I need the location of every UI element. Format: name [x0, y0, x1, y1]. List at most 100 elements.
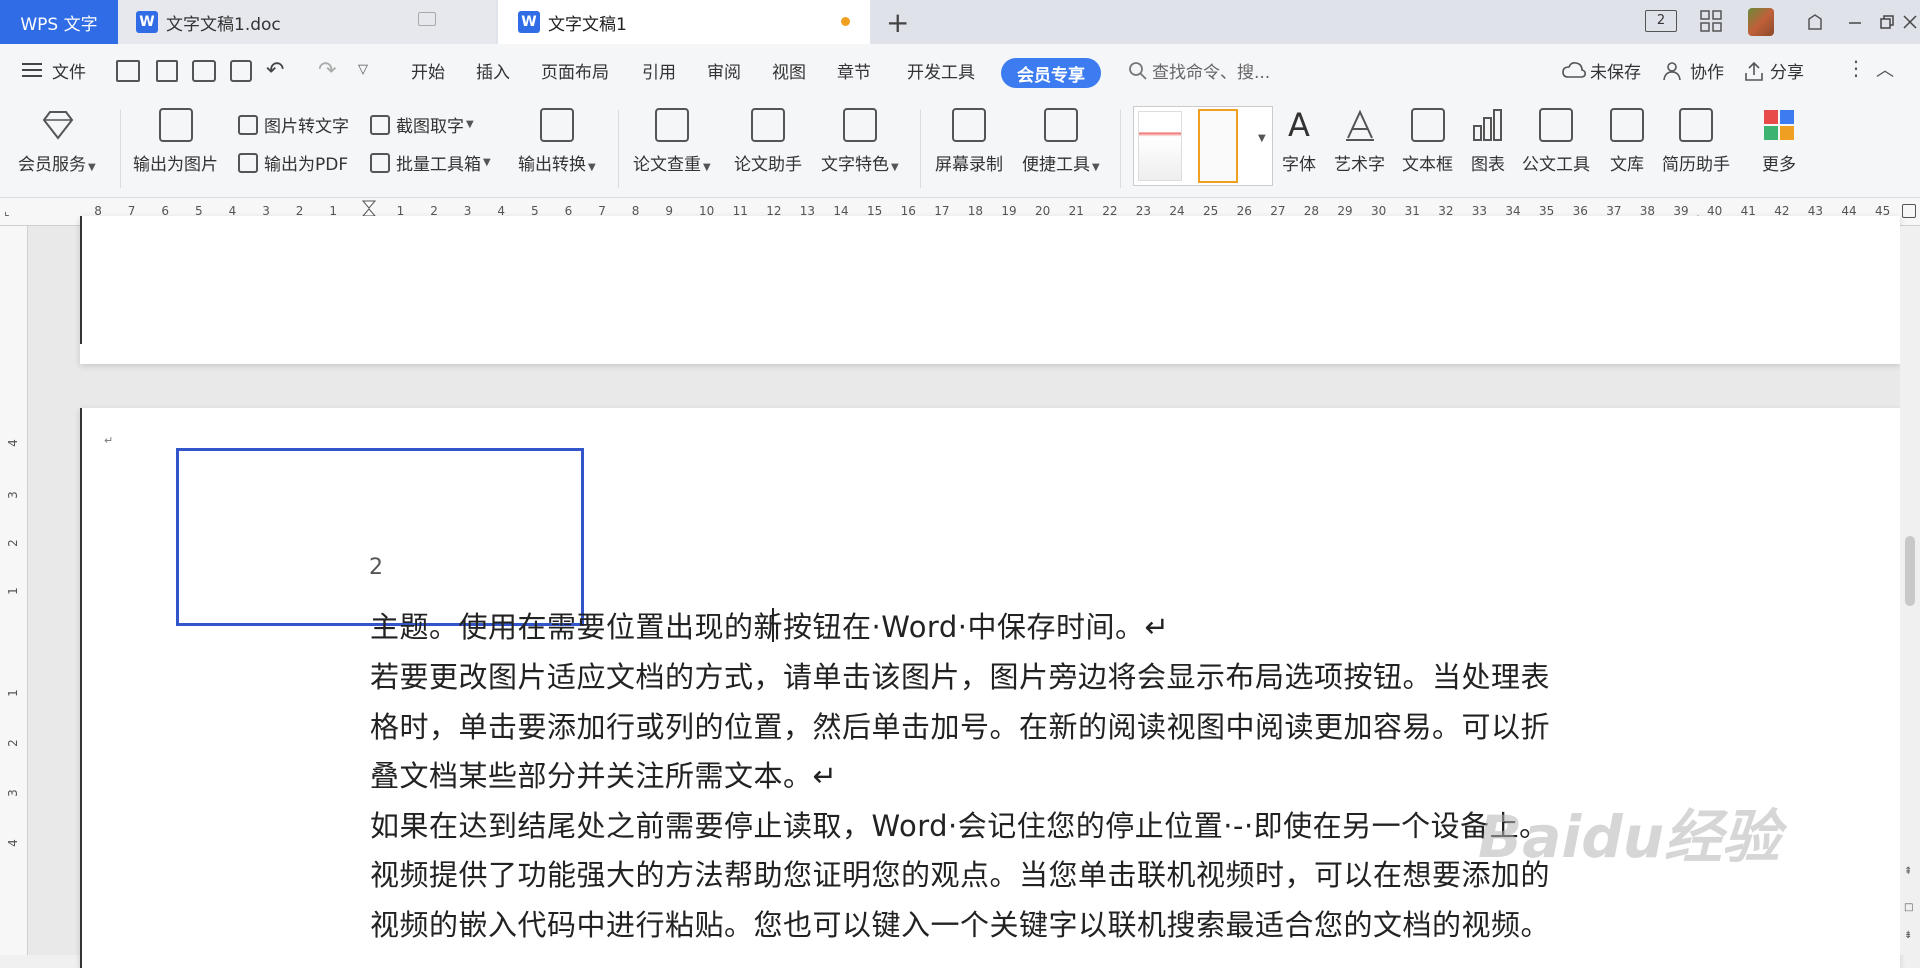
menu-bar: 文件 ↶ ↷ ▽ 开始 插入 页面布局 引用 审阅 视图 章节 开发工具 会员专… [0, 44, 1920, 100]
baidu-watermark: Baidu经验 [1478, 803, 1781, 871]
save-icon[interactable] [116, 60, 140, 82]
tab-document-doc[interactable]: W 文字文稿1.doc [118, 0, 496, 44]
quick-tools-button[interactable]: 便捷工具 ▼ [1022, 108, 1100, 175]
screenshot-text-button[interactable]: 截图取字 ▼ [370, 112, 474, 137]
page-up-icon[interactable]: ⇞ [1904, 866, 1912, 877]
command-search-input[interactable]: 查找命令、搜... [1152, 58, 1270, 83]
paragraph-line[interactable]: 格时，单击要添加行或列的位置，然后单击加号。在新的阅读视图中阅读更加容易。可以折 [370, 704, 1550, 746]
redo-icon[interactable]: ↷ [318, 58, 336, 83]
current-page[interactable]: ↵ 2 主题。使用在需要位置出现的新按钮在·Word·中保存时间。↵ 若要更改图… [80, 408, 1900, 968]
close-icon[interactable] [1900, 8, 1920, 36]
template-thumbnail-selected[interactable] [1198, 109, 1238, 183]
tab-stop-icon[interactable]: ⌞ [4, 204, 10, 218]
skin-icon[interactable] [1800, 8, 1830, 36]
unsaved-status[interactable]: 未保存 [1590, 58, 1641, 83]
resume-helper-button[interactable]: 简历助手 [1662, 108, 1730, 175]
img-to-text-button[interactable]: 图片转文字 [238, 112, 349, 137]
vertical-ruler[interactable]: 4 3 2 1 1 2 3 4 [0, 226, 28, 955]
text-feature-button[interactable]: 文字特色 ▼ [821, 108, 899, 175]
scrollbar-thumb[interactable] [1905, 536, 1915, 606]
official-tools-button[interactable]: 公文工具 [1522, 108, 1590, 175]
member-service-button[interactable]: 会员服务 ▼ [18, 108, 96, 175]
tab-document-active[interactable]: W 文字文稿1 [498, 0, 870, 44]
monitor-icon [418, 12, 436, 26]
ruler-toggle-icon[interactable] [1902, 204, 1916, 218]
collaborate-icon [1663, 61, 1685, 85]
search-icon [1128, 61, 1148, 85]
thesis-check-button[interactable]: 论文查重 ▼ [633, 108, 711, 175]
art-text-button[interactable]: 艺术字 [1334, 108, 1385, 175]
chart-button[interactable]: 图表 [1471, 108, 1505, 175]
document-search-icon [654, 108, 689, 142]
new-tab-button[interactable]: + [886, 6, 909, 39]
library-button[interactable]: 文库 [1610, 108, 1644, 175]
tab-doc2-label: 文字文稿1 [548, 14, 627, 35]
chart-label: 图表 [1471, 155, 1505, 175]
export-pdf-button[interactable]: 输出为PDF [238, 150, 348, 175]
grid-apps-icon[interactable] [1700, 10, 1722, 32]
hamburger-icon[interactable] [22, 62, 42, 82]
more-options-icon[interactable]: ⋮ [1846, 56, 1866, 80]
paragraph-line[interactable]: 视频的嵌入代码中进行粘贴。您也可以键入一个关键字以联机搜索最适合您的文档的视频。 [370, 902, 1550, 944]
vertical-ruler-number: 4 [5, 439, 20, 447]
menu-developer[interactable]: 开发工具 [907, 58, 975, 83]
menu-review[interactable]: 审阅 [707, 58, 741, 83]
text-box-button[interactable]: 文本框 [1402, 108, 1453, 175]
share-button[interactable]: 分享 [1770, 58, 1804, 83]
window-count-badge[interactable]: 2 [1645, 10, 1677, 32]
screen-record-button[interactable]: 屏幕录制 [935, 108, 1003, 175]
more-button[interactable]: 更多 [1762, 108, 1796, 175]
template-gallery[interactable]: ▼ [1133, 106, 1273, 186]
page-margin-line [80, 408, 82, 968]
vertical-ruler-number: 4 [5, 839, 20, 847]
paragraph-line[interactable]: 视频提供了功能强大的方法帮助您证明您的观点。当您单击联机视频时，可以在想要添加的 [370, 852, 1550, 894]
paragraph-line[interactable]: 如果在达到结尾处之前需要停止读取，Word·会记住您的停止位置·-·即使在另一个… [370, 803, 1549, 845]
collaborate-button[interactable]: 协作 [1690, 58, 1724, 83]
select-browse-icon[interactable]: □ [1904, 902, 1913, 913]
thesis-helper-button[interactable]: 论文助手 [734, 108, 802, 175]
menu-file[interactable]: 文件 [52, 58, 86, 83]
paragraph-line[interactable]: 叠文档某些部分并关注所需文本。↵ [370, 753, 837, 795]
menu-insert[interactable]: 插入 [476, 58, 510, 83]
export-convert-button[interactable]: 输出转换 ▼ [518, 108, 596, 175]
minimize-icon[interactable] [1840, 8, 1870, 36]
gallery-dropdown-icon[interactable]: ▼ [1258, 133, 1266, 144]
text-box-label: 文本框 [1402, 155, 1453, 175]
print-icon[interactable] [192, 60, 216, 82]
template-thumbnail[interactable] [1138, 111, 1182, 181]
menu-home[interactable]: 开始 [411, 58, 445, 83]
export-icon[interactable] [156, 60, 178, 82]
paragraph-line[interactable]: 主题。使用在需要位置出现的新按钮在·Word·中保存时间。↵ [370, 604, 1169, 646]
menu-vip[interactable]: 会员专享 [1001, 58, 1101, 88]
collapse-ribbon-icon[interactable]: ︿ [1876, 56, 1894, 82]
more-apps-icon [1762, 108, 1796, 142]
restore-icon[interactable] [1872, 8, 1902, 36]
vertical-scrollbar[interactable]: ⇞ □ ⇟ [1900, 226, 1920, 955]
undo-icon[interactable]: ↶ [266, 58, 284, 83]
page-down-icon[interactable]: ⇟ [1904, 930, 1912, 941]
cloud-icon [1562, 61, 1586, 85]
avatar[interactable] [1748, 8, 1774, 36]
paragraph-line[interactable]: 若要更改图片适应文档的方式，请单击该图片，图片旁边将会显示布局选项按钮。当处理表 [370, 654, 1550, 696]
divider [920, 110, 921, 188]
tab-doc1-label: 文字文稿1.doc [166, 14, 281, 35]
menu-view[interactable]: 视图 [772, 58, 806, 83]
document-pen-icon [751, 108, 785, 142]
wps-writer-icon: W [518, 11, 540, 33]
menu-page-layout[interactable]: 页面布局 [541, 58, 609, 83]
quick-access-dropdown-icon[interactable]: ▽ [358, 62, 368, 77]
tab-wps-app[interactable]: WPS 文字 [0, 0, 118, 44]
export-image-button[interactable]: 输出为图片 [133, 108, 218, 175]
vertical-ruler-number: 3 [5, 789, 20, 797]
batch-tools-button[interactable]: 批量工具箱 ▼ [370, 150, 491, 175]
wps-writer-icon: W [136, 11, 158, 33]
menu-references[interactable]: 引用 [642, 58, 676, 83]
official-tools-label: 公文工具 [1522, 155, 1590, 175]
font-button[interactable]: A 字体 [1282, 108, 1316, 175]
print-preview-icon[interactable] [230, 60, 252, 82]
star-document-icon [842, 108, 877, 142]
paragraph-mark: ↵ [104, 434, 114, 447]
export-pdf-label: 输出为PDF [264, 155, 349, 175]
menu-chapter[interactable]: 章节 [837, 58, 871, 83]
text-box[interactable]: 2 [176, 448, 584, 626]
